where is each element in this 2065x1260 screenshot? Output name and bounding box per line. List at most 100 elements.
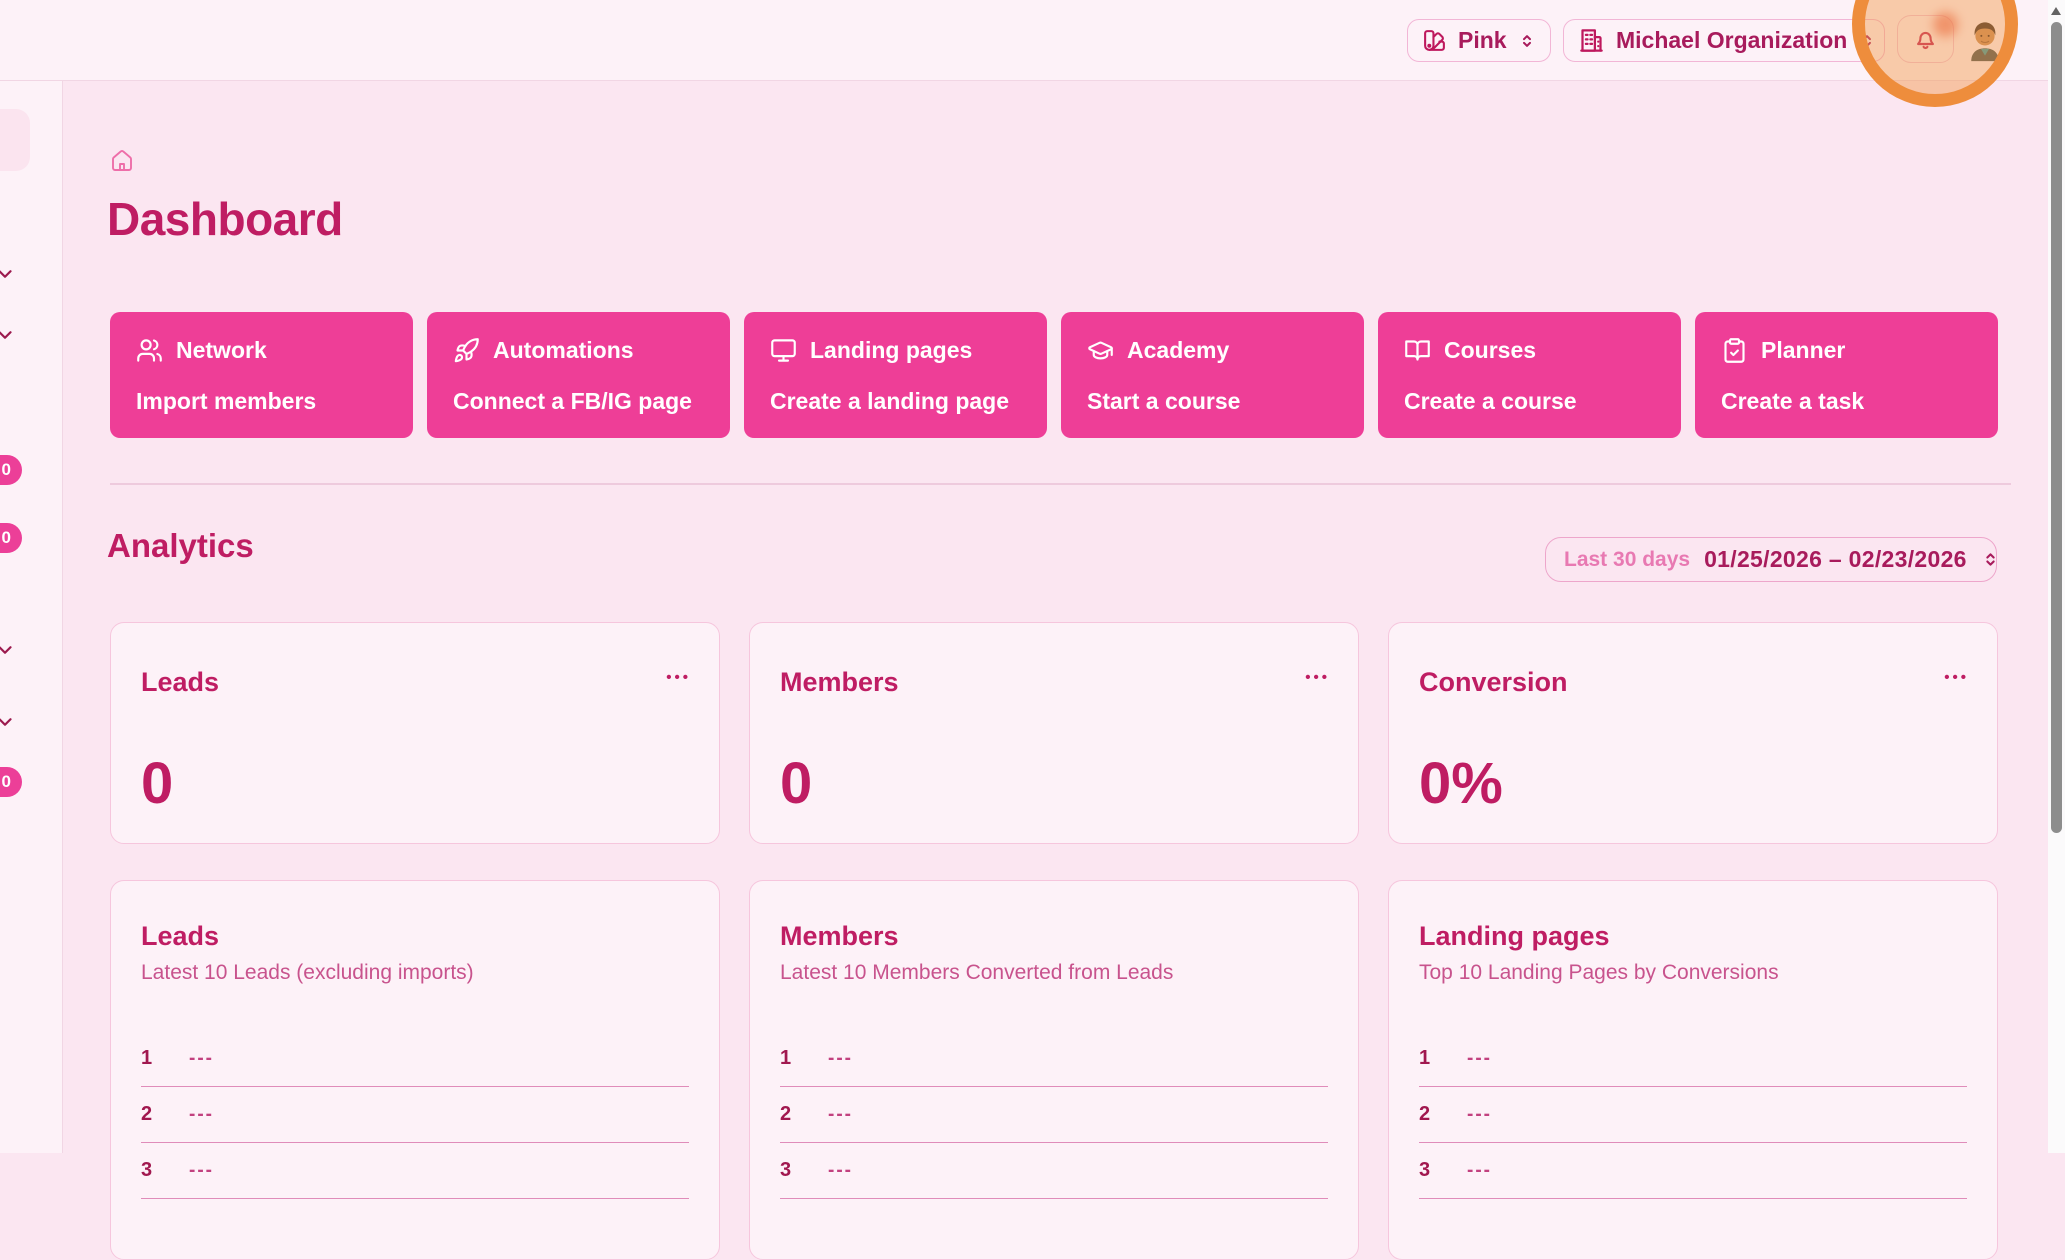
list-item: 3 --- (1419, 1143, 1967, 1199)
quick-action-network[interactable]: Network Import members (110, 312, 413, 438)
swatch-book-icon (1422, 28, 1447, 53)
row-rank: 1 (1419, 1047, 1441, 1070)
building-icon (1578, 27, 1605, 54)
stat-cards-row: Leads ••• 0 Members ••• 0 Conversion •••… (110, 622, 1998, 844)
row-rank: 1 (780, 1047, 802, 1070)
list-rows: 1 --- 2 --- 3 --- (141, 1031, 689, 1199)
theme-label: Pink (1458, 27, 1507, 54)
list-item: 3 --- (780, 1143, 1328, 1199)
quick-action-title: Automations (493, 337, 634, 364)
list-item: 2 --- (141, 1087, 689, 1143)
scrollbar-up-arrow-icon[interactable] (2051, 7, 2061, 15)
book-open-icon (1404, 337, 1431, 364)
quick-action-planner[interactable]: Planner Create a task (1695, 312, 1998, 438)
stat-card-value: 0 (780, 750, 812, 817)
chevron-down-icon[interactable] (0, 639, 16, 661)
ellipsis-menu-icon[interactable]: ••• (666, 669, 691, 686)
row-value: --- (189, 1160, 214, 1182)
row-value: --- (1467, 1104, 1492, 1126)
vertical-scrollbar[interactable] (2048, 0, 2065, 1153)
list-item: 3 --- (141, 1143, 689, 1199)
organization-selector-button[interactable]: Michael Organization (1563, 19, 1885, 62)
rocket-icon (453, 337, 480, 364)
stat-card-value: 0% (1419, 750, 1503, 817)
scrollbar-thumb[interactable] (2051, 22, 2062, 833)
theme-selector-button[interactable]: Pink (1407, 19, 1551, 62)
users-icon (136, 337, 163, 364)
list-card-subtitle: Latest 10 Leads (excluding imports) (141, 961, 689, 985)
row-value: --- (189, 1104, 214, 1126)
row-value: --- (828, 1048, 853, 1070)
sidebar-selected-item[interactable] (0, 109, 30, 171)
sidebar-count-badge: 0 (0, 523, 22, 553)
sidebar-count-badge: 0 (0, 455, 22, 485)
quick-action-subtitle: Create a landing page (770, 388, 1021, 415)
row-value: --- (189, 1048, 214, 1070)
row-rank: 3 (780, 1159, 802, 1182)
chevron-updown-icon (1858, 32, 1876, 50)
stat-card-title: Leads (141, 667, 689, 698)
row-rank: 1 (141, 1047, 163, 1070)
list-card-landing-pages: Landing pages Top 10 Landing Pages by Co… (1388, 880, 1998, 1260)
list-item: 1 --- (141, 1031, 689, 1087)
row-rank: 3 (141, 1159, 163, 1182)
list-cards-row: Leads Latest 10 Leads (excluding imports… (110, 880, 1998, 1260)
list-card-subtitle: Top 10 Landing Pages by Conversions (1419, 961, 1967, 985)
sidebar: 0 0 0 (0, 81, 63, 1153)
monitor-icon (770, 337, 797, 364)
row-value: --- (1467, 1048, 1492, 1070)
stat-card-conversion: Conversion ••• 0% (1388, 622, 1998, 844)
quick-action-academy[interactable]: Academy Start a course (1061, 312, 1364, 438)
quick-action-landing-pages[interactable]: Landing pages Create a landing page (744, 312, 1047, 438)
analytics-heading: Analytics (107, 527, 254, 565)
chevron-updown-icon (1518, 32, 1536, 50)
chevron-down-icon[interactable] (0, 324, 16, 346)
date-preset-label: Last 30 days (1564, 548, 1690, 572)
stat-card-members: Members ••• 0 (749, 622, 1359, 844)
stat-card-leads: Leads ••• 0 (110, 622, 720, 844)
quick-action-automations[interactable]: Automations Connect a FB/IG page (427, 312, 730, 438)
stat-card-title: Conversion (1419, 667, 1967, 698)
row-rank: 2 (780, 1103, 802, 1126)
sidebar-count-badge: 0 (0, 767, 22, 797)
list-card-subtitle: Latest 10 Members Converted from Leads (780, 961, 1328, 985)
row-rank: 2 (1419, 1103, 1441, 1126)
list-rows: 1 --- 2 --- 3 --- (780, 1031, 1328, 1199)
quick-action-subtitle: Start a course (1087, 388, 1338, 415)
user-avatar[interactable] (1963, 18, 2007, 62)
list-card-title: Members (780, 921, 1328, 952)
quick-action-courses[interactable]: Courses Create a course (1378, 312, 1681, 438)
quick-action-title: Network (176, 337, 267, 364)
section-divider (110, 483, 2011, 485)
chevron-down-icon[interactable] (0, 711, 16, 733)
notification-dot (1933, 12, 1958, 37)
date-range-selector[interactable]: Last 30 days 01/25/2026 – 02/23/2026 (1545, 537, 1997, 582)
list-item: 2 --- (780, 1087, 1328, 1143)
quick-action-subtitle: Connect a FB/IG page (453, 388, 704, 415)
row-value: --- (1467, 1160, 1492, 1182)
quick-action-title: Courses (1444, 337, 1536, 364)
chevron-down-icon[interactable] (0, 263, 16, 285)
list-item: 1 --- (1419, 1031, 1967, 1087)
list-item: 1 --- (780, 1031, 1328, 1087)
list-card-members: Members Latest 10 Members Converted from… (749, 880, 1359, 1260)
row-value: --- (828, 1104, 853, 1126)
top-bar: Pink Michael Organization (0, 0, 2048, 81)
ellipsis-menu-icon[interactable]: ••• (1944, 669, 1969, 686)
clipboard-check-icon (1721, 337, 1748, 364)
graduation-cap-icon (1087, 337, 1114, 364)
row-rank: 2 (141, 1103, 163, 1126)
list-card-title: Landing pages (1419, 921, 1967, 952)
quick-action-subtitle: Import members (136, 388, 387, 415)
stat-card-value: 0 (141, 750, 173, 817)
ellipsis-menu-icon[interactable]: ••• (1305, 669, 1330, 686)
row-value: --- (828, 1160, 853, 1182)
quick-action-title: Academy (1127, 337, 1229, 364)
home-icon[interactable] (110, 149, 134, 173)
list-item: 2 --- (1419, 1087, 1967, 1143)
quick-action-subtitle: Create a course (1404, 388, 1655, 415)
list-card-title: Leads (141, 921, 689, 952)
list-rows: 1 --- 2 --- 3 --- (1419, 1031, 1967, 1199)
date-range-value: 01/25/2026 – 02/23/2026 (1704, 546, 1967, 573)
page-title: Dashboard (107, 192, 343, 246)
